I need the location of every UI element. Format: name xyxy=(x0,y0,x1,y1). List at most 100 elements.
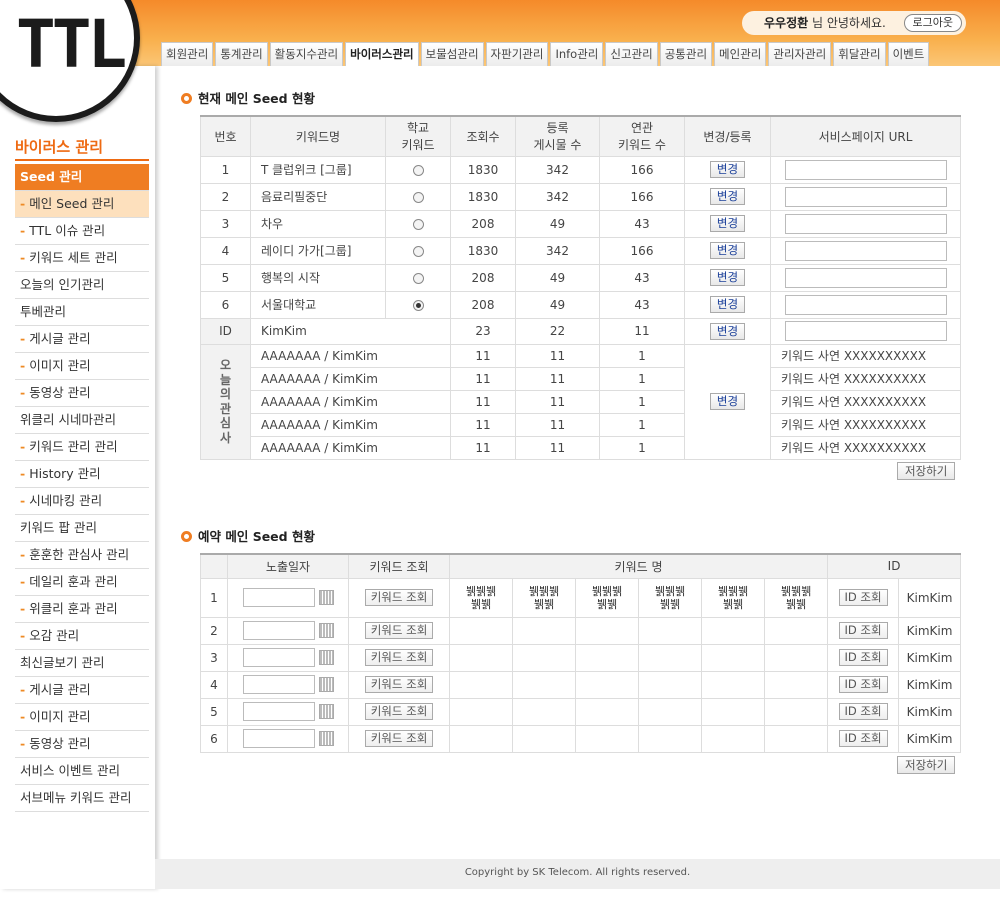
change-button[interactable]: 변경 xyxy=(709,215,746,232)
calendar-icon[interactable] xyxy=(318,677,334,692)
sidebar-item[interactable]: - 메인 Seed 관리 xyxy=(15,191,149,218)
cell-kw-name xyxy=(512,697,576,726)
url-input[interactable] xyxy=(784,321,947,341)
table-row: 4 키워드 조회 ID 조회 KimKim xyxy=(200,670,962,699)
school-radio[interactable] xyxy=(412,218,424,230)
keyword-query-button[interactable]: 키워드 조회 xyxy=(364,730,434,747)
sidebar-item[interactable]: 서브메뉴 키워드 관리 xyxy=(15,785,149,812)
date-input[interactable] xyxy=(242,621,315,640)
calendar-icon[interactable] xyxy=(318,590,334,605)
tab-7[interactable]: 신고관리 xyxy=(605,42,658,66)
id-query-button[interactable]: ID 조회 xyxy=(838,649,888,666)
school-radio[interactable] xyxy=(412,164,424,176)
table-row: 5 키워드 조회 ID 조회 KimKim xyxy=(200,697,962,726)
cell-id-query: ID 조회 xyxy=(827,643,900,672)
col-id: ID xyxy=(827,553,962,579)
cell-keyword: 행복의 시작 xyxy=(250,263,386,292)
change-button[interactable]: 변경 xyxy=(709,161,746,178)
date-input[interactable] xyxy=(242,729,315,748)
sidebar-item[interactable]: - 이미지 관리 xyxy=(15,704,149,731)
sidebar-item[interactable]: - 위클리 훈과 관리 xyxy=(15,596,149,623)
change-button[interactable]: 변경 xyxy=(709,322,746,340)
cell-kw-name: 뷁뷁뷁 뷁뷁 xyxy=(638,577,702,618)
tab-8[interactable]: 공통관리 xyxy=(659,42,713,66)
sidebar-item[interactable]: - 키워드 관리 관리 xyxy=(15,434,149,461)
sidebar-item[interactable]: - 동영상 관리 xyxy=(15,380,149,407)
keyword-query-button[interactable]: 키워드 조회 xyxy=(364,649,434,666)
save-button-current[interactable]: 저장하기 xyxy=(897,462,956,480)
sidebar-item[interactable]: - 이미지 관리 xyxy=(15,353,149,380)
url-input[interactable] xyxy=(784,186,947,207)
tab-0[interactable]: 회원관리 xyxy=(161,42,214,66)
sidebar-item[interactable]: 최신글보기 관리 xyxy=(15,650,149,677)
change-button[interactable]: 변경 xyxy=(709,269,746,286)
sidebar-item[interactable]: - 키워드 세트 관리 xyxy=(15,245,149,272)
keyword-query-button[interactable]: 키워드 조회 xyxy=(364,589,434,606)
tab-3[interactable]: 바이러스관리 xyxy=(345,42,419,66)
tab-12[interactable]: 이벤트 xyxy=(887,42,930,66)
school-radio[interactable] xyxy=(412,245,424,257)
calendar-icon[interactable] xyxy=(318,704,334,719)
cell-kw-query: 키워드 조회 xyxy=(348,643,450,672)
date-input[interactable] xyxy=(242,588,315,607)
calendar-icon[interactable] xyxy=(318,623,334,638)
sidebar-item[interactable]: 투베관리 xyxy=(15,299,149,326)
sidebar-item[interactable]: - 훈훈한 관심사 관리 xyxy=(15,542,149,569)
sidebar-item-label: 오늘의 인기관리 xyxy=(20,277,105,292)
save-button-reserved[interactable]: 저장하기 xyxy=(897,756,956,774)
calendar-icon[interactable] xyxy=(318,731,334,746)
sidebar-item[interactable]: 오늘의 인기관리 xyxy=(15,272,149,299)
tab-4[interactable]: 보물섬관리 xyxy=(420,42,484,66)
logout-button[interactable]: 로그아웃 xyxy=(903,14,962,32)
id-query-button[interactable]: ID 조회 xyxy=(838,676,888,693)
change-button[interactable]: 변경 xyxy=(709,393,746,410)
calendar-icon[interactable] xyxy=(318,650,334,665)
sidebar-item[interactable]: - History 관리 xyxy=(15,461,149,488)
url-input[interactable] xyxy=(784,213,947,234)
date-input[interactable] xyxy=(242,648,315,667)
sidebar-item[interactable]: - 게시글 관리 xyxy=(15,677,149,704)
dash-icon: - xyxy=(20,601,26,616)
cell-posts: 11 xyxy=(515,389,600,414)
tab-6[interactable]: Info관리 xyxy=(550,42,604,66)
date-input[interactable] xyxy=(242,675,315,694)
id-query-button[interactable]: ID 조회 xyxy=(838,703,888,720)
id-query-button[interactable]: ID 조회 xyxy=(838,730,888,747)
school-radio[interactable] xyxy=(412,191,424,203)
school-radio[interactable] xyxy=(412,272,424,284)
url-input[interactable] xyxy=(784,240,947,261)
tab-10[interactable]: 관리자관리 xyxy=(768,42,832,66)
sidebar-item[interactable]: - 시네마킹 관리 xyxy=(15,488,149,515)
tab-9[interactable]: 메인관리 xyxy=(714,42,767,66)
keyword-query-button[interactable]: 키워드 조회 xyxy=(364,622,434,639)
school-radio[interactable] xyxy=(412,299,424,311)
sidebar-item[interactable]: 위클리 시네마관리 xyxy=(15,407,149,434)
id-query-button[interactable]: ID 조회 xyxy=(838,622,888,639)
tab-1[interactable]: 통계관리 xyxy=(215,42,268,66)
sidebar-item[interactable]: 키워드 팝 관리 xyxy=(15,515,149,542)
change-button[interactable]: 변경 xyxy=(709,296,746,313)
keyword-query-button[interactable]: 키워드 조회 xyxy=(364,703,434,720)
change-button[interactable]: 변경 xyxy=(709,188,746,205)
sidebar-item[interactable]: Seed 관리 xyxy=(15,164,149,191)
col-posts: 등록 게시물 수 xyxy=(515,115,600,157)
cell-keyword: AAAAAAA / KimKim xyxy=(250,366,451,391)
tab-5[interactable]: 자판기관리 xyxy=(485,42,549,66)
date-input[interactable] xyxy=(242,702,315,721)
change-button[interactable]: 변경 xyxy=(709,242,746,259)
url-input[interactable] xyxy=(784,294,947,315)
url-input[interactable] xyxy=(784,159,947,180)
id-label: ID xyxy=(200,317,251,345)
sidebar-item[interactable]: - 오감 관리 xyxy=(15,623,149,650)
interest-label-char: 사 xyxy=(219,430,232,445)
tab-11[interactable]: 휘달관리 xyxy=(833,42,886,66)
id-query-button[interactable]: ID 조회 xyxy=(838,589,888,606)
keyword-query-button[interactable]: 키워드 조회 xyxy=(364,676,434,693)
url-input[interactable] xyxy=(784,267,947,288)
sidebar-item[interactable]: - 동영상 관리 xyxy=(15,731,149,758)
sidebar-item[interactable]: - TTL 이슈 관리 xyxy=(15,218,149,245)
sidebar-item[interactable]: - 데일리 훈과 관리 xyxy=(15,569,149,596)
tab-2[interactable]: 활동지수관리 xyxy=(269,42,344,66)
sidebar-item[interactable]: - 게시글 관리 xyxy=(15,326,149,353)
sidebar-item[interactable]: 서비스 이벤트 관리 xyxy=(15,758,149,785)
